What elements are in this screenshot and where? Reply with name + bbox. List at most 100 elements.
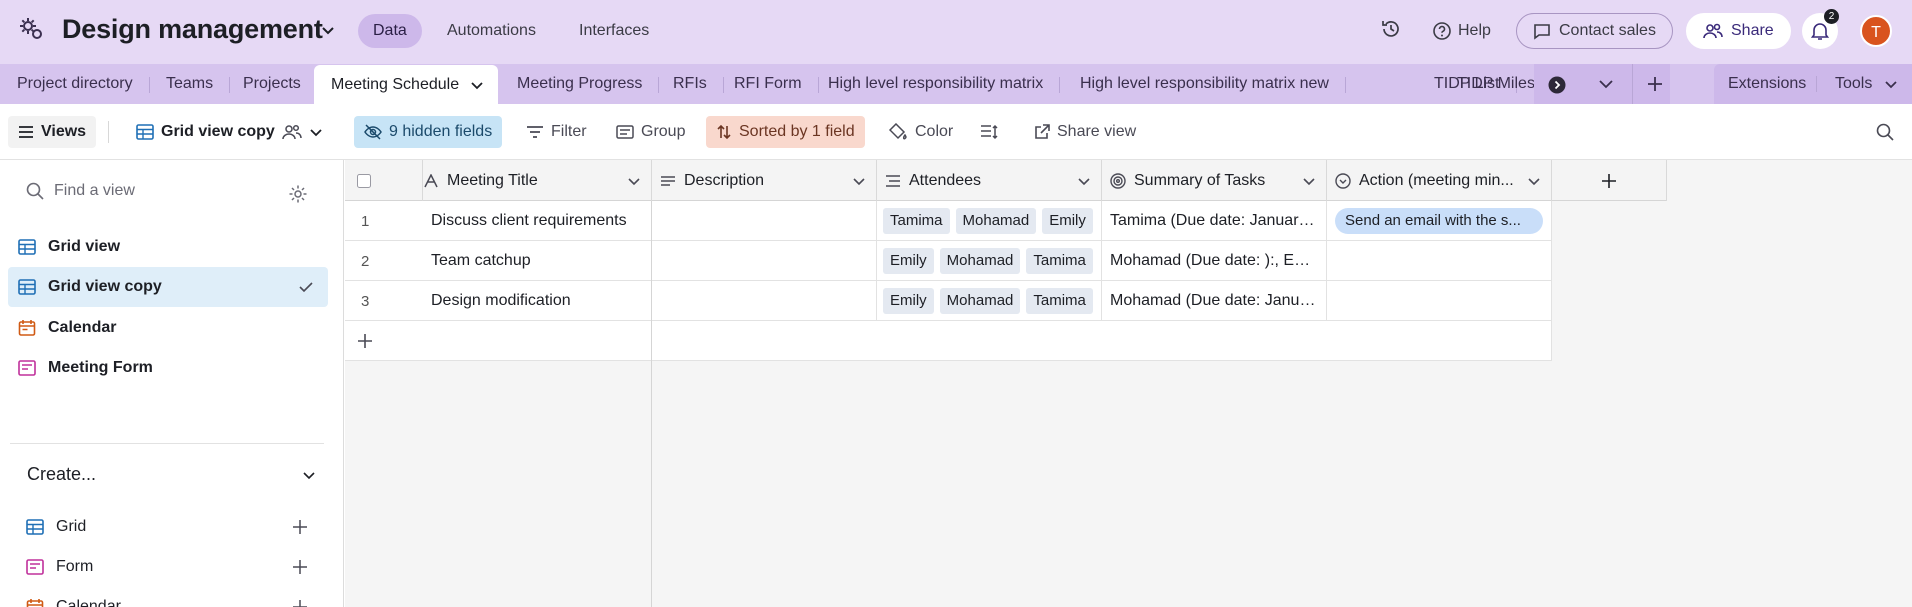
sidebar-item-meeting-form[interactable]: Meeting Form bbox=[8, 348, 328, 388]
add-record-button[interactable] bbox=[345, 321, 652, 361]
column-header-summary-of-tasks[interactable]: Summary of Tasks bbox=[1102, 160, 1327, 201]
avatar[interactable]: T bbox=[1860, 15, 1892, 47]
hidden-fields-button[interactable]: 9 hidden fields bbox=[354, 116, 503, 148]
attendee-chip: Mohamad bbox=[939, 288, 1021, 314]
table-tab-meeting-progress[interactable]: Meeting Progress bbox=[500, 64, 660, 104]
table-tab-teams[interactable]: Teams bbox=[149, 64, 231, 104]
select-all-checkbox[interactable] bbox=[345, 160, 423, 201]
filter-button[interactable]: Filter bbox=[516, 116, 597, 148]
column-title: Attendees bbox=[909, 171, 982, 189]
table-tab-project-directory[interactable]: Project directory bbox=[0, 64, 150, 104]
text-field-icon bbox=[423, 173, 439, 188]
column-header-attendees[interactable]: Attendees bbox=[877, 160, 1102, 201]
attendee-chip: Tamima bbox=[1026, 288, 1093, 314]
plus-icon[interactable] bbox=[292, 599, 308, 607]
column-title: Summary of Tasks bbox=[1134, 171, 1266, 189]
column-header-action[interactable]: Action (meeting min... bbox=[1327, 160, 1552, 201]
sidebar-item-label: Grid view bbox=[48, 238, 121, 255]
table-row[interactable]: 2 Team catchup Emily Mohamad Tamima Moha… bbox=[345, 241, 1552, 281]
create-grid-item[interactable]: Grid bbox=[26, 512, 308, 542]
description-cell[interactable] bbox=[652, 241, 877, 281]
chevron-down-icon[interactable] bbox=[1077, 174, 1091, 188]
meeting-title-cell[interactable]: Discuss client requirements bbox=[423, 201, 652, 241]
column-header-description[interactable]: Description bbox=[652, 160, 877, 201]
table-row[interactable]: 3 Design modification Emily Mohamad Tami… bbox=[345, 281, 1552, 321]
search-records-button[interactable] bbox=[1866, 116, 1904, 148]
description-cell[interactable] bbox=[652, 281, 877, 321]
sidebar-item-grid-view-copy[interactable]: Grid view copy bbox=[8, 267, 328, 307]
base-title[interactable]: Design management bbox=[62, 14, 323, 45]
attendees-cell[interactable]: Emily Mohamad Tamima bbox=[877, 241, 1102, 281]
chevron-down-icon[interactable] bbox=[852, 174, 866, 188]
gear-icon[interactable] bbox=[288, 184, 308, 204]
color-button[interactable]: Color bbox=[878, 116, 963, 148]
action-cell[interactable]: Send an email with the s... bbox=[1327, 201, 1552, 241]
share-view-button[interactable]: Share view bbox=[1024, 116, 1146, 148]
create-form-item[interactable]: Form bbox=[26, 552, 308, 582]
plus-icon[interactable] bbox=[292, 519, 308, 535]
column-header-meeting-title[interactable]: Meeting Title bbox=[423, 160, 652, 201]
row-height-button[interactable] bbox=[970, 116, 1008, 148]
create-item-label: Calendar bbox=[56, 598, 121, 607]
nav-tab-data[interactable]: Data bbox=[358, 14, 422, 48]
sidebar-item-label: Grid view copy bbox=[48, 278, 162, 295]
contact-sales-button[interactable]: Contact sales bbox=[1516, 13, 1673, 49]
more-tables-icon[interactable] bbox=[1548, 76, 1566, 94]
table-tab-rfis[interactable]: RFIs bbox=[656, 64, 724, 104]
summary-cell[interactable]: Mohamad (Due date: ):, Em... bbox=[1102, 241, 1327, 281]
chevron-down-icon[interactable] bbox=[320, 22, 336, 38]
ext-divider bbox=[1816, 76, 1817, 92]
table-tab-rfi-form[interactable]: RFI Form bbox=[717, 64, 819, 104]
table-tab-meeting-schedule[interactable]: Meeting Schedule bbox=[314, 65, 498, 105]
find-view-input[interactable]: Find a view bbox=[54, 182, 135, 200]
create-view-section-toggle[interactable]: Create... bbox=[27, 464, 317, 485]
external-link-icon bbox=[1034, 124, 1050, 140]
add-record-empty bbox=[652, 321, 1552, 361]
summary-cell[interactable]: Tamima (Due date: January ... bbox=[1102, 201, 1327, 241]
add-field-button[interactable] bbox=[1552, 160, 1667, 201]
views-button[interactable]: Views bbox=[8, 116, 97, 148]
sidebar-item-grid-view[interactable]: Grid view bbox=[8, 227, 328, 267]
sidebar-item-calendar[interactable]: Calendar bbox=[8, 308, 328, 348]
history-icon[interactable] bbox=[1380, 18, 1402, 40]
attendee-chip: Mohamad bbox=[955, 208, 1037, 234]
chevron-down-icon[interactable] bbox=[627, 174, 641, 188]
plus-icon[interactable] bbox=[292, 559, 308, 575]
table-row[interactable]: 1 Discuss client requirements Tamima Moh… bbox=[345, 201, 1552, 241]
table-tab-tidp-milestones[interactable]: TIDP Miles bbox=[1441, 64, 1539, 104]
tools-button[interactable]: Tools bbox=[1835, 64, 1872, 104]
table-tab-label: Meeting Schedule bbox=[331, 76, 460, 93]
find-view-search[interactable]: Find a view bbox=[26, 182, 135, 200]
sidebar-item-label: Calendar bbox=[48, 319, 117, 336]
group-button[interactable]: Group bbox=[606, 116, 695, 148]
attendees-cell[interactable]: Tamima Mohamad Emily bbox=[877, 201, 1102, 241]
sort-button[interactable]: Sorted by 1 field bbox=[706, 116, 865, 148]
paint-bucket-icon bbox=[888, 123, 908, 141]
action-cell[interactable] bbox=[1327, 241, 1552, 281]
attendees-cell[interactable]: Emily Mohamad Tamima bbox=[877, 281, 1102, 321]
table-tab-projects[interactable]: Projects bbox=[226, 64, 318, 104]
add-record-row[interactable] bbox=[345, 321, 1552, 361]
action-cell[interactable] bbox=[1327, 281, 1552, 321]
meeting-title-cell[interactable]: Design modification bbox=[423, 281, 652, 321]
create-item-label: Form bbox=[56, 558, 94, 575]
base-logo-icon[interactable] bbox=[18, 16, 46, 44]
chevron-down-icon[interactable] bbox=[1302, 174, 1316, 188]
description-cell[interactable] bbox=[652, 201, 877, 241]
table-tab-responsibility-matrix[interactable]: High level responsibility matrix bbox=[811, 64, 1061, 104]
chevron-down-icon[interactable] bbox=[470, 78, 484, 92]
create-calendar-item[interactable]: Calendar bbox=[26, 592, 308, 607]
add-table-icon[interactable] bbox=[1646, 75, 1664, 93]
help-button[interactable]: Help bbox=[1432, 16, 1491, 46]
view-switcher[interactable]: Grid view copy bbox=[126, 116, 333, 148]
nav-tab-automations[interactable]: Automations bbox=[432, 14, 551, 48]
table-tab-responsibility-matrix-new[interactable]: High level responsibility matrix new bbox=[1063, 64, 1346, 104]
chevron-down-icon[interactable] bbox=[1598, 77, 1614, 91]
summary-cell[interactable]: Mohamad (Due date: Janua... bbox=[1102, 281, 1327, 321]
extensions-button[interactable]: Extensions bbox=[1728, 64, 1806, 104]
nav-tab-interfaces[interactable]: Interfaces bbox=[564, 14, 664, 48]
share-button[interactable]: Share bbox=[1686, 13, 1791, 49]
chevron-down-icon[interactable] bbox=[1527, 174, 1541, 188]
meeting-title-cell[interactable]: Team catchup bbox=[423, 241, 652, 281]
chevron-down-icon[interactable] bbox=[1884, 78, 1898, 92]
